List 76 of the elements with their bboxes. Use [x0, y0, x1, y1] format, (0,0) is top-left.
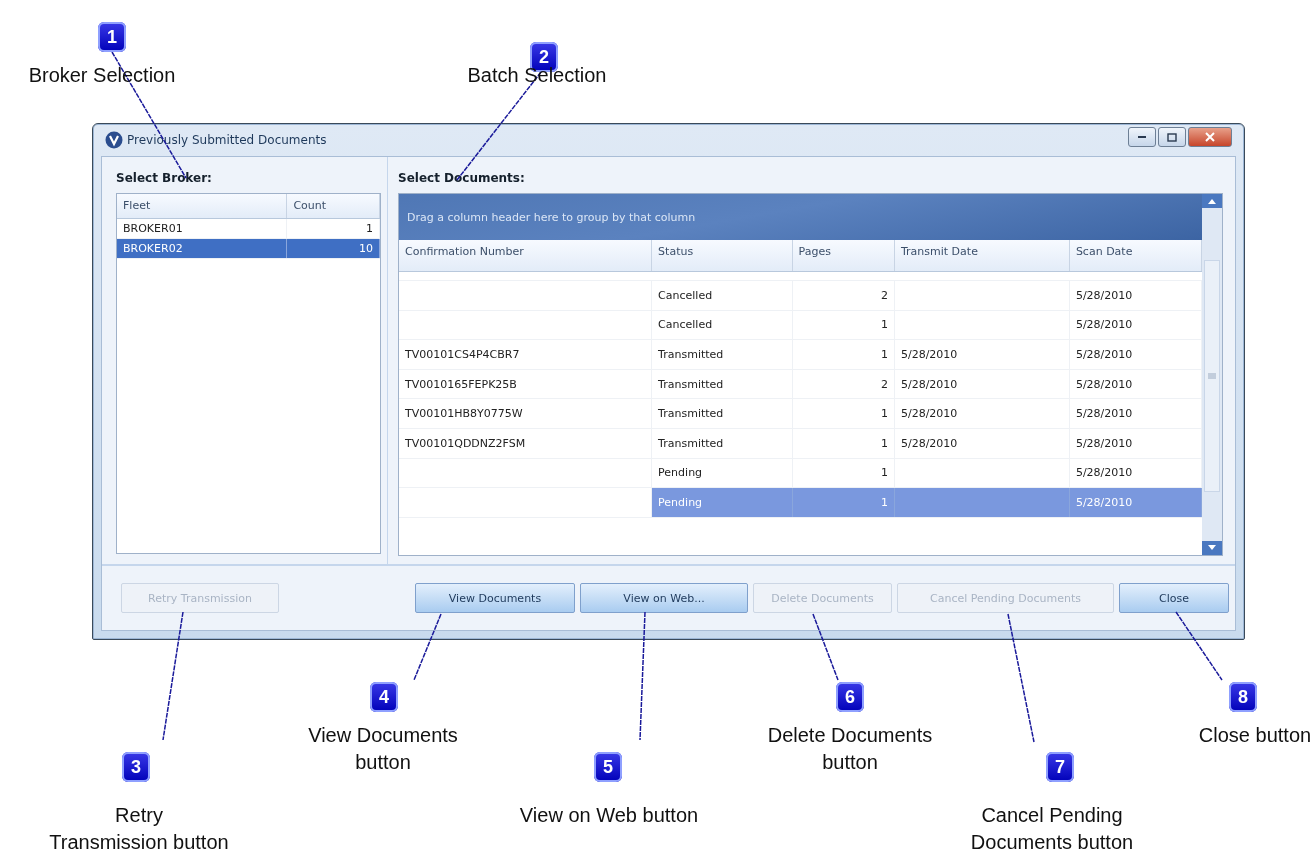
leader-line	[413, 613, 442, 681]
table-cell: BROKER01	[117, 219, 288, 238]
callout-label: Cancel Pending Documents button	[970, 803, 1134, 855]
document-row[interactable]: TV00101QDDNZ2FSM Transmitted 1 5/28/2010 5/28/2010	[399, 428, 1202, 459]
table-cell: 1	[287, 219, 380, 238]
table-cell: TV00101QDDNZ2FSM	[399, 428, 653, 458]
callout-number: 1	[98, 22, 126, 52]
table-cell: TV0010165FEPK25B	[399, 369, 653, 399]
callout-number: 6	[836, 682, 864, 712]
maximize-button[interactable]	[1158, 127, 1186, 147]
table-cell: 5/28/2010	[894, 369, 1070, 399]
logo-icon	[105, 131, 123, 149]
table-cell: 1	[792, 310, 895, 340]
dialog-button[interactable]: Close	[1119, 583, 1229, 613]
leader-line	[812, 613, 839, 681]
callout-label: Broker Selection	[28, 63, 176, 88]
table-cell: 5/28/2010	[1069, 488, 1202, 517]
close-window-button[interactable]	[1188, 127, 1232, 147]
column-header[interactable]: Confirmation Number	[399, 240, 653, 271]
table-cell: 1	[792, 428, 895, 458]
table-cell: TV00101CS4P4CBR7	[399, 340, 653, 369]
table-cell: Transmitted	[652, 428, 793, 458]
table-cell: 1	[792, 399, 895, 428]
minimize-button[interactable]	[1128, 127, 1156, 147]
callout-number: 8	[1229, 682, 1257, 712]
document-row[interactable]: TV00101HB8Y0775W Transmitted 1 5/28/2010 5/28/2010	[399, 399, 1202, 429]
table-cell: 5/28/2010	[894, 428, 1070, 458]
table-cell: 5/28/2010	[894, 340, 1070, 369]
table-cell: Cancelled	[652, 281, 793, 310]
callout-label: Retry Transmission button	[49, 803, 229, 855]
leader-line	[1175, 611, 1223, 681]
callout-number: 7	[1046, 752, 1074, 782]
table-cell: Transmitted	[652, 340, 793, 369]
table-cell: BROKER02	[117, 239, 288, 258]
column-header[interactable]: Transmit Date	[894, 240, 1070, 271]
table-cell: 5/28/2010	[894, 399, 1070, 428]
table-cell: 1	[792, 458, 895, 488]
table-cell: 1	[792, 340, 895, 369]
callout-number: 4	[370, 682, 398, 712]
window-title: Previously Submitted Documents	[127, 133, 328, 147]
minimize-icon	[1137, 135, 1147, 139]
dialog-button[interactable]: View Documents	[415, 583, 575, 613]
document-row[interactable]: TV00101CS4P4CBR7 Transmitted 1 5/28/2010 5/28/2010	[399, 340, 1202, 370]
grip-icon	[1207, 373, 1217, 379]
table-cell: 10	[287, 239, 380, 258]
table-cell: Pending	[652, 488, 793, 517]
scrollbar[interactable]	[1202, 194, 1222, 555]
document-row[interactable]: Cancelled 1 5/28/2010	[399, 310, 1202, 341]
broker-heading: Select Broker:	[116, 170, 213, 187]
column-header[interactable]: Pages	[792, 240, 895, 271]
maximize-icon	[1167, 132, 1177, 142]
table-cell: Pending	[652, 458, 793, 488]
callout-label: Close button	[1198, 723, 1312, 748]
table-cell: 2	[792, 369, 895, 399]
broker-row[interactable]: BROKER02 10	[117, 239, 380, 259]
documents-heading: Select Documents:	[398, 170, 526, 187]
column-header[interactable]: Fleet	[117, 194, 288, 218]
table-cell: Transmitted	[652, 399, 793, 428]
scroll-down-icon[interactable]	[1202, 541, 1222, 555]
table-cell: 1	[792, 488, 895, 517]
callout-label: View Documents button	[308, 723, 458, 775]
callout-label: View on Web button	[519, 803, 699, 828]
callout-number: 5	[594, 752, 622, 782]
column-header[interactable]: Count	[287, 194, 380, 218]
callout-number: 3	[122, 752, 150, 782]
table-cell: Transmitted	[652, 369, 793, 399]
table-cell: 2	[792, 281, 895, 310]
column-header[interactable]: Status	[652, 240, 793, 271]
scroll-up-icon[interactable]	[1202, 194, 1222, 208]
document-row[interactable]: Cancelled 2 5/28/2010	[399, 281, 1202, 311]
dialog-button[interactable]: View on Web...	[580, 583, 748, 613]
table-cell: TV00101HB8Y0775W	[399, 399, 653, 428]
callout-label: Delete Documents button	[767, 723, 933, 775]
close-icon	[1205, 132, 1215, 142]
document-row[interactable]: TV0010165FEPK25B Transmitted 2 5/28/2010 5/28/2010	[399, 369, 1202, 400]
table-cell: Cancelled	[652, 310, 793, 340]
